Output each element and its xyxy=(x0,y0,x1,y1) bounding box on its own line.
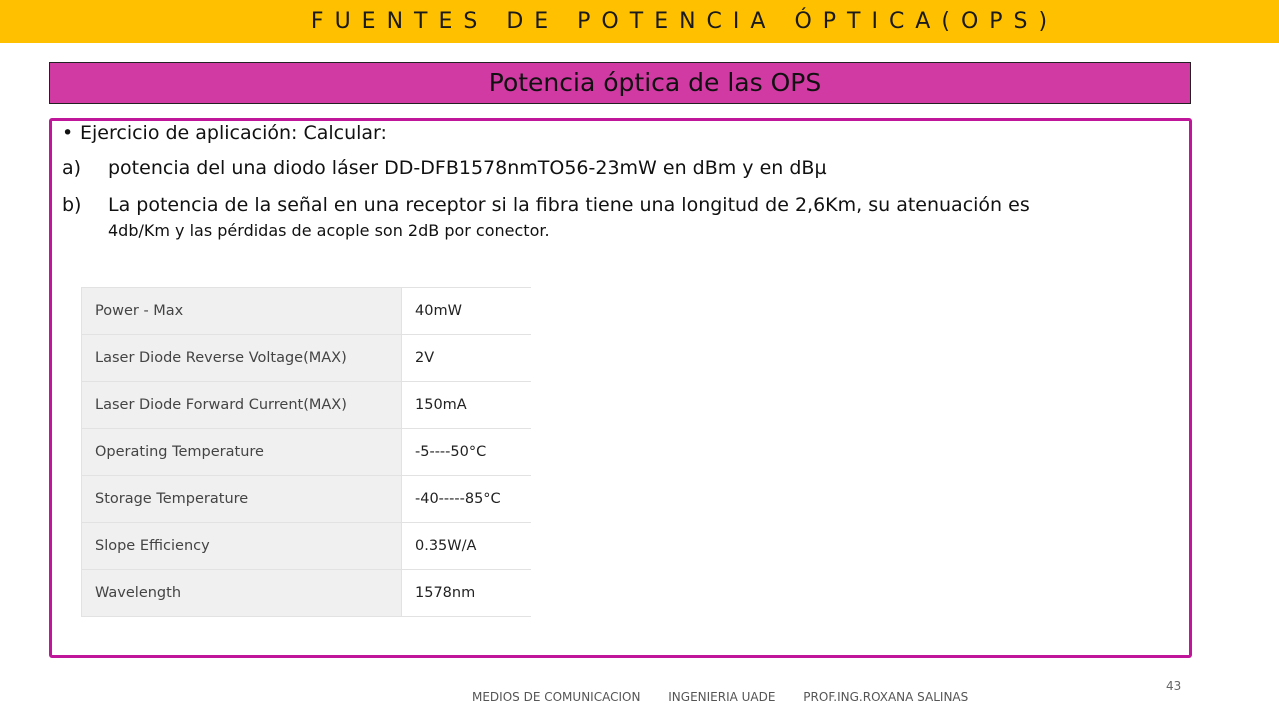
spec-name: Slope Efficiency xyxy=(81,522,402,570)
footer-course: MEDIOS DE COMUNICACION xyxy=(472,690,641,704)
spec-value: 150mA xyxy=(401,381,531,429)
table-row: Power - Max 40mW xyxy=(81,287,531,335)
subtitle-banner: Potencia óptica de las OPS xyxy=(49,62,1191,104)
bullet-line: • Ejercicio de aplicación: Calcular: xyxy=(62,122,1172,144)
item-text: La potencia de la señal en una receptor … xyxy=(108,194,1030,216)
laser-specs-table: Power - Max 40mW Laser Diode Reverse Vol… xyxy=(81,287,531,617)
table-row: Operating Temperature -5----50°C xyxy=(81,428,531,476)
item-a: a) potencia del una diodo láser DD-DFB15… xyxy=(62,156,1172,181)
spec-name: Laser Diode Reverse Voltage(MAX) xyxy=(81,334,402,382)
spec-name: Storage Temperature xyxy=(81,475,402,523)
item-label: b) xyxy=(62,194,82,216)
footer-professor: PROF.ING.ROXANA SALINAS xyxy=(803,690,969,704)
slide-subtitle: Potencia óptica de las OPS xyxy=(488,68,822,97)
exercise-text: • Ejercicio de aplicación: Calcular: a) … xyxy=(62,122,1172,243)
spec-name: Laser Diode Forward Current(MAX) xyxy=(81,381,402,429)
table-row: Slope Efficiency 0.35W/A xyxy=(81,522,531,570)
slide-footer: MEDIOS DE COMUNICACION INGENIERIA UADE P… xyxy=(472,690,992,704)
item-text: potencia del una diodo láser DD-DFB1578n… xyxy=(108,157,827,179)
footer-institution: INGENIERIA UADE xyxy=(668,690,776,704)
bullet-icon: • xyxy=(62,122,74,144)
item-label: a) xyxy=(62,157,82,179)
spec-name: Power - Max xyxy=(81,287,402,335)
page-number: 43 xyxy=(1166,679,1182,693)
table-row: Laser Diode Forward Current(MAX) 150mA xyxy=(81,381,531,429)
bullet-text: Ejercicio de aplicación: Calcular: xyxy=(80,122,387,144)
spec-value: -5----50°C xyxy=(401,428,531,476)
spec-value: 1578nm xyxy=(401,569,531,617)
spec-value: 2V xyxy=(401,334,531,382)
item-b: b) La potencia de la señal en una recept… xyxy=(62,193,1172,243)
table-row: Laser Diode Reverse Voltage(MAX) 2V xyxy=(81,334,531,382)
item-continuation: 4db/Km y las pérdidas de acople son 2dB … xyxy=(108,221,550,240)
spec-name: Wavelength xyxy=(81,569,402,617)
title-bar: FUENTES DE POTENCIA ÓPTICA(OPS) xyxy=(0,0,1279,43)
spec-value: 0.35W/A xyxy=(401,522,531,570)
slide-title: FUENTES DE POTENCIA ÓPTICA(OPS) xyxy=(310,9,1059,34)
table-row: Storage Temperature -40-----85°C xyxy=(81,475,531,523)
spec-value: 40mW xyxy=(401,287,531,335)
spec-value: -40-----85°C xyxy=(401,475,531,523)
table-row: Wavelength 1578nm xyxy=(81,569,531,617)
spec-name: Operating Temperature xyxy=(81,428,402,476)
item-body: La potencia de la señal en una receptor … xyxy=(108,193,1030,243)
